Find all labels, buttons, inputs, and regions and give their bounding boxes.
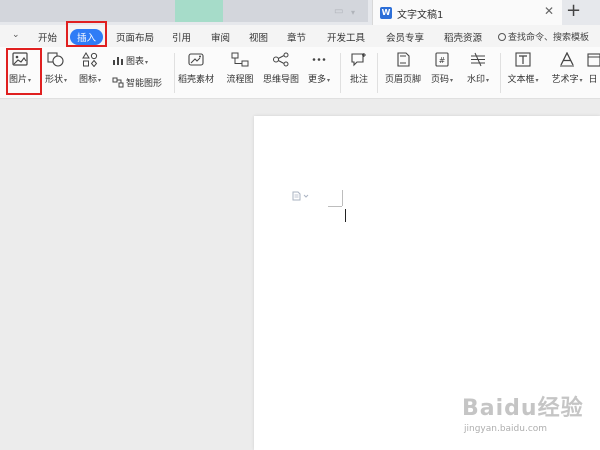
watermark-icon — [471, 52, 485, 67]
dropdown-caret-icon[interactable]: ▾ — [145, 59, 148, 66]
ribbon-divider — [377, 53, 378, 93]
insert-ribbon: 图片▾ 形状▾ 图标▾ 图表▾ 智能图形 稻壳素材 流程图 思维导图 更多▾ 批… — [0, 47, 600, 99]
document-tab[interactable]: W 文字文稿1 ✕ — [372, 0, 562, 25]
menu-section[interactable]: 章节 — [287, 30, 306, 44]
textbox-icon — [515, 52, 531, 67]
menu-references[interactable]: 引用 — [172, 30, 191, 44]
textbox-button[interactable]: 文本框▾ — [503, 52, 543, 85]
baidu-watermark: Baidu经验 jingyan.baidu.com — [450, 390, 600, 450]
more-button[interactable]: 更多▾ — [299, 52, 339, 85]
shape-label: 形状 — [44, 75, 63, 85]
more-label: 更多 — [307, 75, 326, 85]
docer-material-label: 稻壳素材 — [177, 75, 214, 85]
menu-developer[interactable]: 开发工具 — [327, 30, 365, 44]
comment-label: 批注 — [349, 75, 368, 85]
insert-chart-button[interactable]: 图表▾ — [112, 54, 148, 67]
paragraph-options-icon[interactable] — [292, 191, 310, 204]
window-icon[interactable]: ▭ — [334, 6, 343, 17]
search-icon — [498, 33, 506, 41]
menu-docer-resources[interactable]: 稻壳资源 — [444, 30, 482, 44]
menu-home[interactable]: 开始 — [38, 30, 57, 44]
menu-member[interactable]: 会员专享 — [386, 30, 424, 44]
comment-button[interactable]: 批注 — [339, 52, 379, 85]
dropdown-caret-icon[interactable]: ▾ — [64, 77, 67, 84]
date-button[interactable]: 日 — [586, 52, 600, 85]
close-tab-icon[interactable]: ✕ — [544, 4, 554, 18]
insert-tab-highlight — [66, 21, 107, 47]
dropdown-caret-icon[interactable]: ▾ — [98, 77, 101, 84]
smart-shape-icon — [112, 77, 124, 88]
textbox-label: 文本框 — [507, 75, 535, 85]
svg-text:#: # — [439, 56, 446, 65]
search-placeholder: 查找命令、搜索模板 — [508, 33, 590, 43]
icon-library-icon — [82, 52, 98, 67]
material-icon — [188, 53, 204, 66]
header-footer-label: 页眉页脚 — [384, 75, 421, 85]
word-doc-icon: W — [380, 7, 392, 19]
watermark-logo-text: Baidu经验 — [462, 396, 584, 421]
blurred-region — [223, 0, 368, 22]
blurred-region — [0, 0, 175, 22]
dropdown-caret-icon[interactable]: ▾ — [580, 77, 583, 84]
chart-icon — [113, 57, 123, 65]
document-tab-title: 文字文稿1 — [397, 10, 444, 21]
dropdown-caret-icon[interactable]: ▾ — [486, 77, 489, 84]
dropdown-caret-icon[interactable]: ▾ — [327, 77, 330, 84]
wordart-label: 艺术字 — [551, 75, 579, 85]
dropdown-caret-icon[interactable]: ▾ — [536, 77, 539, 84]
comment-icon — [351, 53, 366, 67]
blurred-region — [175, 0, 223, 22]
flowchart-button[interactable]: 流程图 — [220, 52, 260, 85]
wordart-icon — [560, 52, 574, 67]
shape-icon — [47, 52, 64, 67]
flowchart-label: 流程图 — [226, 75, 254, 85]
menu-view[interactable]: 视图 — [249, 30, 268, 44]
margin-corner-mark — [328, 206, 342, 207]
more-dots-icon — [312, 58, 326, 61]
dropdown-icon[interactable]: ▾ — [351, 8, 355, 17]
insert-icon-button[interactable]: 图标▾ — [70, 52, 110, 85]
watermark-button[interactable]: 水印▾ — [458, 52, 498, 85]
page-number-icon: # — [435, 52, 449, 67]
date-label: 日 — [588, 75, 598, 85]
chevron-down-icon[interactable]: ⌄ — [12, 30, 20, 40]
flowchart-icon — [231, 52, 249, 67]
margin-corner-mark — [342, 190, 343, 206]
smart-shape-button[interactable]: 智能图形 — [112, 76, 162, 89]
watermark-url: jingyan.baidu.com — [464, 424, 548, 434]
mindmap-icon — [273, 52, 289, 67]
page-number-button[interactable]: # 页码▾ — [422, 52, 462, 85]
icon-label: 图标 — [78, 75, 97, 85]
dropdown-caret-icon[interactable]: ▾ — [450, 77, 453, 84]
chart-label: 图表 — [126, 57, 145, 67]
docer-material-button[interactable]: 稻壳素材 — [176, 52, 216, 85]
watermark-label: 水印 — [466, 75, 485, 85]
new-tab-button[interactable]: + — [566, 1, 581, 21]
menu-review[interactable]: 审阅 — [211, 30, 230, 44]
page-number-label: 页码 — [430, 75, 449, 85]
mindmap-label: 思维导图 — [262, 75, 299, 85]
menu-page-layout[interactable]: 页面布局 — [116, 30, 154, 44]
wordart-button[interactable]: 艺术字▾ — [547, 52, 587, 85]
calendar-icon — [587, 53, 600, 67]
ribbon-divider — [500, 53, 501, 93]
header-footer-button[interactable]: 页眉页脚 — [383, 52, 423, 85]
command-search[interactable]: 查找命令、搜索模板 — [498, 30, 589, 43]
mindmap-button[interactable]: 思维导图 — [261, 52, 301, 85]
header-footer-icon — [397, 52, 410, 67]
ribbon-divider — [174, 53, 175, 93]
picture-button-highlight — [6, 48, 42, 95]
smart-shape-label: 智能图形 — [126, 79, 163, 89]
text-cursor — [345, 209, 346, 222]
